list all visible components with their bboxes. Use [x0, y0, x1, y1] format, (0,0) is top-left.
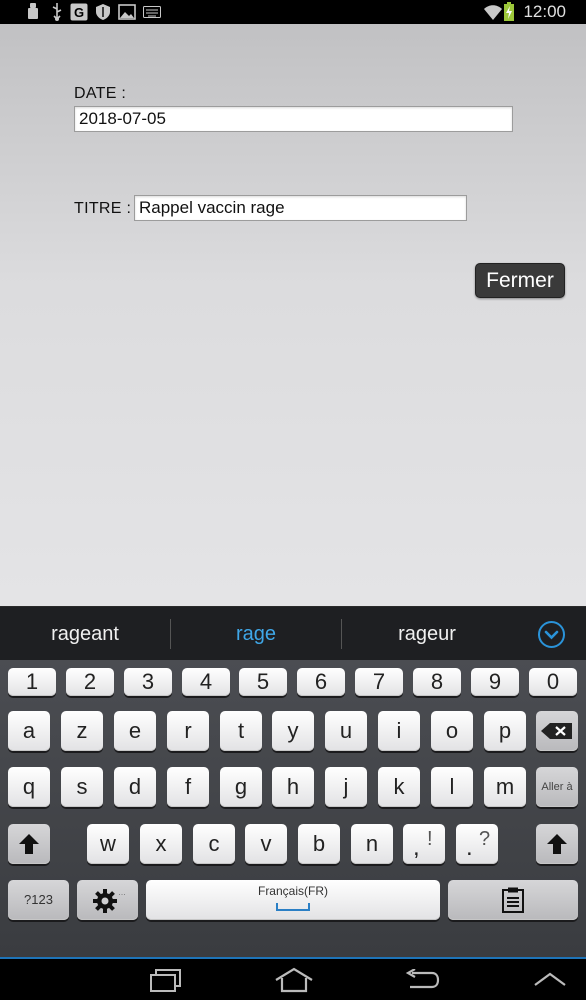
key-e[interactable]: e	[114, 711, 156, 751]
backspace-icon	[541, 723, 572, 739]
key-u[interactable]: u	[325, 711, 367, 751]
key-v[interactable]: v	[245, 824, 287, 864]
shift-icon	[19, 834, 39, 854]
navigation-bar	[0, 957, 586, 1000]
settings-key[interactable]: …	[77, 880, 138, 920]
period-char: .	[466, 834, 473, 861]
key-l[interactable]: l	[431, 767, 473, 807]
date-label: DATE :	[74, 85, 127, 102]
space-language-label: Français(FR)	[257, 884, 328, 898]
close-button[interactable]: Fermer	[475, 263, 565, 298]
backspace-key[interactable]	[536, 711, 578, 751]
suggestion-strip: rageant rage rageur	[0, 606, 586, 660]
title-field[interactable]: Rappel vaccin rage	[134, 195, 467, 221]
wifi-icon	[483, 3, 503, 21]
key-i[interactable]: i	[378, 711, 420, 751]
key-j[interactable]: j	[325, 767, 367, 807]
key-p[interactable]: p	[484, 711, 526, 751]
title-label: TITRE :	[74, 200, 132, 217]
key-x[interactable]: x	[140, 824, 182, 864]
image-icon	[118, 3, 136, 21]
key-f[interactable]: f	[167, 767, 209, 807]
suggestion-right[interactable]: rageur	[342, 607, 512, 661]
key-k[interactable]: k	[378, 767, 420, 807]
key-c[interactable]: c	[193, 824, 235, 864]
gear-icon: …	[92, 888, 126, 913]
key-m[interactable]: m	[484, 767, 526, 807]
keyboard-icon	[143, 3, 161, 21]
date-field[interactable]: 2018-07-05	[74, 106, 513, 132]
key-1[interactable]: 1	[8, 668, 56, 696]
key-s[interactable]: s	[61, 767, 103, 807]
key-r[interactable]: r	[167, 711, 209, 751]
space-key[interactable]: Français(FR)	[146, 880, 440, 920]
key-w[interactable]: w	[87, 824, 129, 864]
shift-key-left[interactable]	[8, 824, 50, 864]
clipboard-key[interactable]	[448, 880, 578, 920]
clock: 12:00	[523, 2, 566, 21]
key-0[interactable]: 0	[529, 668, 577, 696]
key-period[interactable]: . ?	[456, 824, 498, 864]
key-d[interactable]: d	[114, 767, 156, 807]
keyboard: 1 2 3 4 5 6 7 8 9 0 a z e r t y u i o p …	[0, 660, 586, 957]
status-bar: G 12:00	[0, 0, 586, 24]
key-z[interactable]: z	[61, 711, 103, 751]
key-b[interactable]: b	[298, 824, 340, 864]
shield-icon	[95, 3, 111, 21]
comma-char: ,	[413, 834, 420, 861]
clipboard-icon	[502, 887, 524, 913]
app-content: DATE : 2018-07-05 TITRE : Rappel vaccin …	[0, 24, 586, 606]
key-q[interactable]: q	[8, 767, 50, 807]
key-a[interactable]: a	[8, 711, 50, 751]
suggestion-middle[interactable]: rage	[171, 607, 341, 661]
back-icon[interactable]	[402, 965, 442, 995]
shift-key-right[interactable]	[536, 824, 578, 864]
key-3[interactable]: 3	[124, 668, 172, 696]
key-2[interactable]: 2	[66, 668, 114, 696]
usb-debug-icon	[26, 3, 40, 21]
key-g[interactable]: g	[220, 767, 262, 807]
exclamation-char: !	[427, 828, 433, 850]
google-icon: G	[70, 3, 88, 21]
key-y[interactable]: y	[272, 711, 314, 751]
symbols-key[interactable]: ?123	[8, 880, 69, 920]
suggestion-left[interactable]: rageant	[0, 607, 170, 661]
key-h[interactable]: h	[272, 767, 314, 807]
key-t[interactable]: t	[220, 711, 262, 751]
space-icon	[276, 903, 310, 911]
key-5[interactable]: 5	[239, 668, 287, 696]
key-8[interactable]: 8	[413, 668, 461, 696]
battery-charging-icon	[503, 2, 515, 21]
enter-key[interactable]: Aller à	[536, 767, 578, 807]
hide-keyboard-icon[interactable]	[530, 965, 570, 995]
key-7[interactable]: 7	[355, 668, 403, 696]
home-icon[interactable]	[272, 965, 316, 995]
key-o[interactable]: o	[431, 711, 473, 751]
usb-icon	[50, 3, 64, 21]
recent-apps-icon[interactable]	[146, 965, 186, 995]
key-4[interactable]: 4	[182, 668, 230, 696]
expand-suggestions-icon[interactable]	[538, 621, 565, 648]
question-char: ?	[479, 828, 491, 850]
key-6[interactable]: 6	[297, 668, 345, 696]
key-n[interactable]: n	[351, 824, 393, 864]
key-comma[interactable]: , !	[403, 824, 445, 864]
svg-text:G: G	[74, 5, 84, 20]
key-9[interactable]: 9	[471, 668, 519, 696]
svg-text:…: …	[118, 888, 125, 897]
shift-icon	[547, 834, 567, 854]
